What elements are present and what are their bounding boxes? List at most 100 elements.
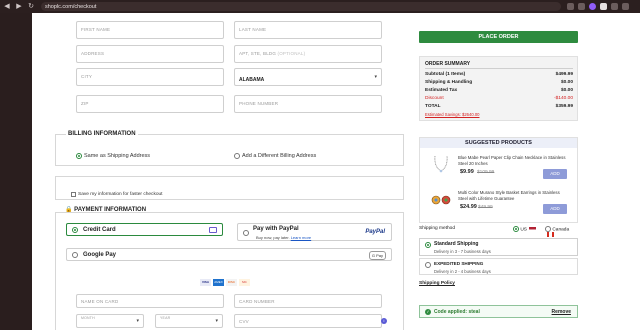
apt-optional-text: (OPTIONAL)	[277, 51, 306, 56]
bookmark-icon[interactable]	[578, 3, 585, 10]
product-title[interactable]: Blue Mabe Pearl Paper Clip Chain Necklac…	[458, 155, 570, 166]
card-number-field[interactable]: CARD NUMBER	[234, 294, 382, 308]
paypal-logo: PayPal	[365, 229, 385, 235]
necklace-image[interactable]	[430, 153, 452, 175]
paypal-option[interactable]: Pay with PayPal Buy now, pay later. Lear…	[237, 223, 392, 241]
place-order-button[interactable]: PLACE ORDER	[419, 31, 578, 43]
back-icon[interactable]: ◀	[2, 2, 12, 12]
cvv-placeholder: CVV	[239, 319, 249, 324]
credit-card-radio[interactable]	[72, 227, 78, 233]
google-pay-radio[interactable]	[72, 252, 78, 258]
subtotal-value: $499.99	[555, 72, 573, 77]
total-row: TOTAL $359.99	[425, 104, 573, 109]
city-placeholder: CITY	[81, 74, 93, 79]
city-field[interactable]: CITY	[76, 68, 224, 86]
card-number-placeholder: CARD NUMBER	[239, 299, 275, 304]
first-name-field[interactable]: FIRST NAME	[76, 21, 224, 39]
standard-shipping-subtext: Delivery in 3 - 7 business days	[434, 249, 491, 254]
forward-icon[interactable]: ▶	[14, 2, 24, 12]
month-placeholder: MONTH	[81, 316, 95, 320]
shipping-policy-link[interactable]: Shipping Policy	[419, 281, 455, 286]
extension-icon[interactable]	[600, 3, 607, 10]
cvv-field[interactable]: CVV i	[234, 314, 387, 328]
canada-option[interactable]: Canada	[545, 226, 578, 238]
puzzle-icon[interactable]	[611, 3, 618, 10]
add-product-button[interactable]: ADD	[543, 204, 567, 214]
zip-field[interactable]: ZIP	[76, 95, 224, 113]
subtotal-row: Subtotal (1 Items) $499.99	[425, 72, 573, 77]
google-pay-label: Google Pay	[83, 252, 117, 258]
earrings-image[interactable]	[430, 189, 452, 211]
different-billing-label: Add a Different Billing Address	[242, 152, 317, 159]
canada-label: Canada	[552, 227, 570, 233]
product-price: $24.99	[460, 204, 477, 210]
google-pay-option[interactable]: Google Pay G Pay	[66, 248, 392, 261]
same-as-shipping-option[interactable]: Same as Shipping Address	[76, 147, 150, 165]
paypal-radio[interactable]	[243, 230, 249, 236]
check-icon: ✓	[425, 309, 431, 315]
shipping-method-row: Shipping method US Canada	[419, 226, 578, 238]
save-info-checkbox[interactable]	[71, 192, 76, 198]
standard-shipping-option[interactable]: Standard Shipping Delivery in 3 - 7 busi…	[419, 238, 578, 256]
state-select[interactable]: ALABAMA ▾	[234, 68, 382, 86]
add-product-button[interactable]: ADD	[543, 169, 567, 179]
canada-radio[interactable]	[545, 226, 551, 232]
paypal-subtext: Buy now, pay later.	[256, 235, 290, 240]
us-radio[interactable]	[513, 226, 519, 232]
apt-placeholder: APT, STE, BLDG (OPTIONAL)	[239, 51, 305, 56]
us-label: US	[520, 227, 528, 233]
tax-value: $0.00	[560, 88, 573, 93]
name-on-card-field[interactable]: NAME ON CARD	[76, 294, 224, 308]
paypal-learn-more-link[interactable]: Learn more	[291, 235, 311, 240]
apt-field[interactable]: APT, STE, BLDG (OPTIONAL)	[234, 45, 382, 63]
year-select[interactable]: YEAR ▾	[155, 314, 223, 328]
save-info-option[interactable]: Save my information for faster checkout	[71, 186, 163, 204]
address-field[interactable]: ADDRESS	[76, 45, 224, 63]
state-value: ALABAMA	[239, 77, 265, 83]
remove-code-link[interactable]: Remove	[552, 309, 571, 315]
credit-card-icon	[209, 227, 217, 233]
month-select[interactable]: MONTH ▾	[76, 314, 144, 328]
address-bar[interactable]: shoplc.com/checkout	[41, 2, 561, 11]
shipping-value: $0.00	[560, 80, 573, 85]
discover-icon: DISC	[226, 279, 237, 286]
chevron-down-icon: ▾	[215, 318, 218, 324]
order-summary: ORDER SUMMARY Subtotal (1 Items) $499.99 …	[419, 56, 578, 121]
estimated-savings: Estimated Savings: $2640.00	[425, 112, 480, 117]
expedited-shipping-subtext: Delivery in 2 - 4 business days	[434, 269, 491, 274]
different-billing-option[interactable]: Add a Different Billing Address	[234, 147, 316, 165]
shipping-row: Shipping & Handling $0.00	[425, 80, 573, 85]
expedited-shipping-radio[interactable]	[425, 262, 431, 268]
zip-placeholder: ZIP	[81, 101, 89, 106]
phone-field[interactable]: PHONE NUMBER	[234, 95, 382, 113]
apt-placeholder-text: APT, STE, BLDG	[239, 51, 277, 56]
expedited-shipping-title: EXPEDITED SHIPPING	[434, 261, 484, 266]
extension-icon[interactable]	[589, 3, 596, 10]
canada-flag-icon	[547, 232, 554, 238]
promo-code-text: Code applied: steal	[434, 309, 480, 315]
last-name-placeholder: LAST NAME	[239, 27, 267, 32]
us-option[interactable]: US	[513, 226, 537, 233]
standard-shipping-radio[interactable]	[425, 242, 431, 248]
credit-card-option[interactable]: Credit Card	[66, 223, 223, 236]
total-label: TOTAL	[425, 104, 441, 109]
save-info-label: Save my information for faster checkout	[78, 192, 163, 198]
product-title[interactable]: Multi Color Murano Style Basket Earrings…	[458, 190, 570, 201]
url-text: shoplc.com/checkout	[45, 3, 97, 10]
credit-card-label: Credit Card	[83, 227, 116, 233]
product-price: $9.99	[460, 169, 474, 175]
summary-divider	[425, 68, 573, 69]
same-as-shipping-radio[interactable]	[76, 152, 82, 159]
page-gutter	[0, 13, 32, 330]
order-summary-title: ORDER SUMMARY	[425, 61, 471, 67]
expedited-shipping-option[interactable]: EXPEDITED SHIPPING Delivery in 2 - 4 bus…	[419, 258, 578, 275]
profile-icon[interactable]	[622, 3, 629, 10]
translate-icon[interactable]	[567, 3, 574, 10]
reload-icon[interactable]: ↻	[26, 2, 36, 12]
phone-placeholder: PHONE NUMBER	[239, 101, 279, 106]
info-icon[interactable]: i	[381, 318, 387, 324]
first-name-placeholder: FIRST NAME	[81, 27, 111, 32]
different-billing-radio[interactable]	[234, 152, 240, 159]
last-name-field[interactable]: LAST NAME	[234, 21, 382, 39]
shipping-method-label: Shipping method	[419, 226, 456, 231]
